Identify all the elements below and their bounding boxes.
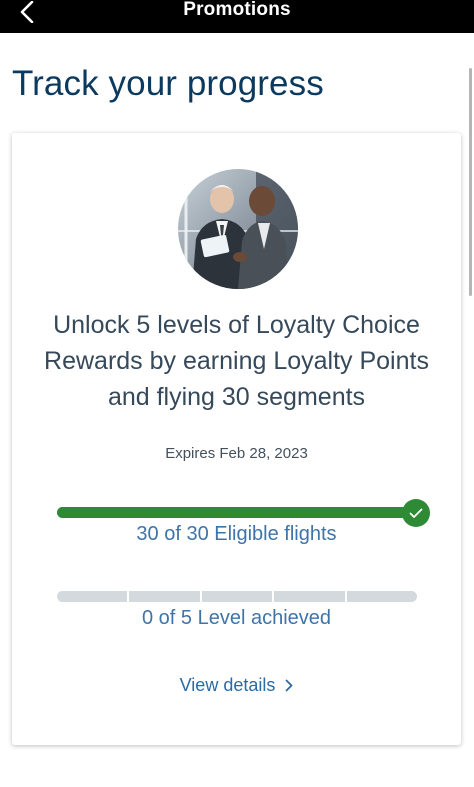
view-details-label: View details: [179, 675, 276, 695]
levels-progress-label: 0 of 5 Level achieved: [141, 607, 332, 629]
page-title: Track your progress: [12, 64, 324, 103]
level-segment: [57, 591, 128, 602]
levels-progress-bar: [57, 591, 417, 602]
flights-progress-label: 30 of 30 Eligible flights: [136, 523, 337, 545]
chevron-right-icon: [285, 679, 293, 692]
flights-progress-bar: [57, 507, 414, 518]
expiration-date: Expires Feb 28, 2023: [165, 445, 308, 462]
promotion-card: Unlock 5 levels of Loyalty Choice Reward…: [12, 133, 461, 745]
level-segment: [201, 591, 273, 602]
level-segment: [274, 591, 345, 602]
level-segment: [129, 591, 200, 602]
level-segment: [346, 591, 417, 602]
promotion-image: [178, 169, 298, 289]
check-icon: [409, 508, 423, 518]
top-navigation-bar: Promotions: [0, 0, 474, 33]
scrollbar[interactable]: [469, 68, 472, 296]
promotion-headline: Unlock 5 levels of Loyalty Choice Reward…: [44, 311, 429, 411]
header-title: Promotions: [183, 0, 291, 20]
flights-progress-fill: [57, 507, 414, 518]
view-details-link[interactable]: View details: [12, 675, 461, 696]
